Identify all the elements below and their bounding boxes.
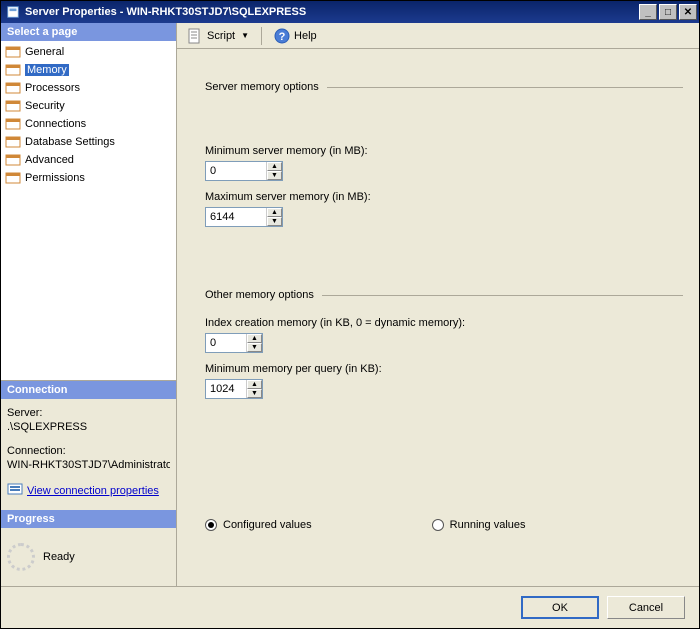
page-label: Memory — [25, 64, 69, 76]
spin-up-button[interactable]: ▲ — [267, 208, 282, 217]
close-button[interactable]: ✕ — [679, 4, 697, 20]
page-icon — [5, 80, 21, 96]
connection-label: Connection: — [7, 445, 170, 457]
window-title: Server Properties - WIN-RHKT30STJD7\SQLE… — [25, 6, 637, 18]
script-icon — [187, 28, 203, 44]
page-item-general[interactable]: General — [1, 43, 176, 61]
cancel-button[interactable]: Cancel — [607, 596, 685, 619]
radio-circle-icon — [432, 519, 444, 531]
min-query-memory-field[interactable] — [206, 380, 246, 398]
page-label: Connections — [25, 118, 86, 130]
page-icon — [5, 62, 21, 78]
page-label: Advanced — [25, 154, 74, 166]
index-memory-field[interactable] — [206, 334, 246, 352]
page-label: Permissions — [25, 172, 85, 184]
progress-spinner-icon — [7, 543, 35, 571]
max-memory-label: Maximum server memory (in MB): — [205, 191, 683, 203]
spin-down-button[interactable]: ▼ — [267, 171, 282, 180]
connection-panel: Server: .\SQLEXPRESS Connection: WIN-RHK… — [1, 399, 176, 510]
help-label: Help — [294, 30, 317, 42]
page-label: Security — [25, 100, 65, 112]
min-query-memory-label: Minimum memory per query (in KB): — [205, 363, 683, 375]
progress-status: Ready — [43, 551, 75, 563]
spinner-controls: ▲ ▼ — [246, 380, 262, 398]
min-query-memory-input[interactable]: ▲ ▼ — [205, 379, 263, 399]
help-button[interactable]: ? Help — [270, 26, 321, 46]
dialog-footer: OK Cancel — [1, 586, 699, 628]
min-memory-label: Minimum server memory (in MB): — [205, 145, 683, 157]
max-memory-input[interactable]: ▲ ▼ — [205, 207, 283, 227]
min-memory-field[interactable] — [206, 162, 266, 180]
page-item-memory[interactable]: Memory — [1, 61, 176, 79]
toolbar-separator — [261, 27, 262, 45]
spinner-controls: ▲ ▼ — [266, 208, 282, 226]
running-values-radio[interactable]: Running values — [432, 519, 526, 531]
app-icon — [5, 4, 21, 20]
page-list: General Memory Processors Security Conne… — [1, 41, 176, 381]
spin-up-button[interactable]: ▲ — [247, 334, 262, 343]
page-item-database-settings[interactable]: Database Settings — [1, 133, 176, 151]
page-label: Database Settings — [25, 136, 115, 148]
other-memory-group: Other memory options — [205, 289, 683, 301]
server-memory-group: Server memory options — [205, 81, 683, 93]
ok-button[interactable]: OK — [521, 596, 599, 619]
index-memory-label: Index creation memory (in KB, 0 = dynami… — [205, 317, 683, 329]
server-value: .\SQLEXPRESS — [7, 421, 170, 433]
page-icon — [5, 116, 21, 132]
progress-panel: Ready — [1, 528, 176, 586]
page-label: Processors — [25, 82, 80, 94]
page-icon — [5, 44, 21, 60]
spin-down-button[interactable]: ▼ — [247, 389, 262, 398]
group-label: Server memory options — [205, 81, 319, 93]
min-memory-input[interactable]: ▲ ▼ — [205, 161, 283, 181]
spin-up-button[interactable]: ▲ — [267, 162, 282, 171]
radio-label: Running values — [450, 519, 526, 531]
minimize-button[interactable]: _ — [639, 4, 657, 20]
script-button[interactable]: Script ▼ — [183, 26, 253, 46]
page-item-permissions[interactable]: Permissions — [1, 169, 176, 187]
dropdown-arrow-icon: ▼ — [241, 31, 249, 40]
index-memory-input[interactable]: ▲ ▼ — [205, 333, 263, 353]
progress-header: Progress — [1, 510, 176, 528]
group-label: Other memory options — [205, 289, 314, 301]
page-icon — [5, 152, 21, 168]
svg-text:?: ? — [279, 31, 286, 43]
spinner-controls: ▲ ▼ — [246, 334, 262, 352]
configured-values-radio[interactable]: Configured values — [205, 519, 312, 531]
spinner-controls: ▲ ▼ — [266, 162, 282, 180]
view-connection-properties-link[interactable]: View connection properties — [27, 485, 159, 497]
radio-circle-icon — [205, 519, 217, 531]
connection-properties-icon — [7, 481, 23, 500]
page-icon — [5, 134, 21, 150]
page-item-security[interactable]: Security — [1, 97, 176, 115]
spin-down-button[interactable]: ▼ — [267, 217, 282, 226]
page-icon — [5, 170, 21, 186]
page-item-connections[interactable]: Connections — [1, 115, 176, 133]
max-memory-field[interactable] — [206, 208, 266, 226]
script-label: Script — [207, 30, 235, 42]
maximize-button[interactable]: □ — [659, 4, 677, 20]
help-icon: ? — [274, 28, 290, 44]
spin-up-button[interactable]: ▲ — [247, 380, 262, 389]
connection-value: WIN-RHKT30STJD7\Administrator — [7, 459, 170, 471]
connection-header: Connection — [1, 381, 176, 399]
values-radio-group: Configured values Running values — [205, 519, 683, 531]
spin-down-button[interactable]: ▼ — [247, 343, 262, 352]
title-bar: Server Properties - WIN-RHKT30STJD7\SQLE… — [1, 1, 699, 23]
server-label: Server: — [7, 407, 170, 419]
page-label: General — [25, 46, 64, 58]
window-controls: _ □ ✕ — [637, 4, 697, 20]
right-panel: Script ▼ ? Help Server memory options Mi… — [177, 23, 699, 586]
page-item-advanced[interactable]: Advanced — [1, 151, 176, 169]
content-area: Server memory options Minimum server mem… — [177, 49, 699, 586]
select-page-header: Select a page — [1, 23, 176, 41]
page-icon — [5, 98, 21, 114]
radio-label: Configured values — [223, 519, 312, 531]
toolbar: Script ▼ ? Help — [177, 23, 699, 49]
left-panel: Select a page General Memory Processors … — [1, 23, 177, 586]
page-item-processors[interactable]: Processors — [1, 79, 176, 97]
